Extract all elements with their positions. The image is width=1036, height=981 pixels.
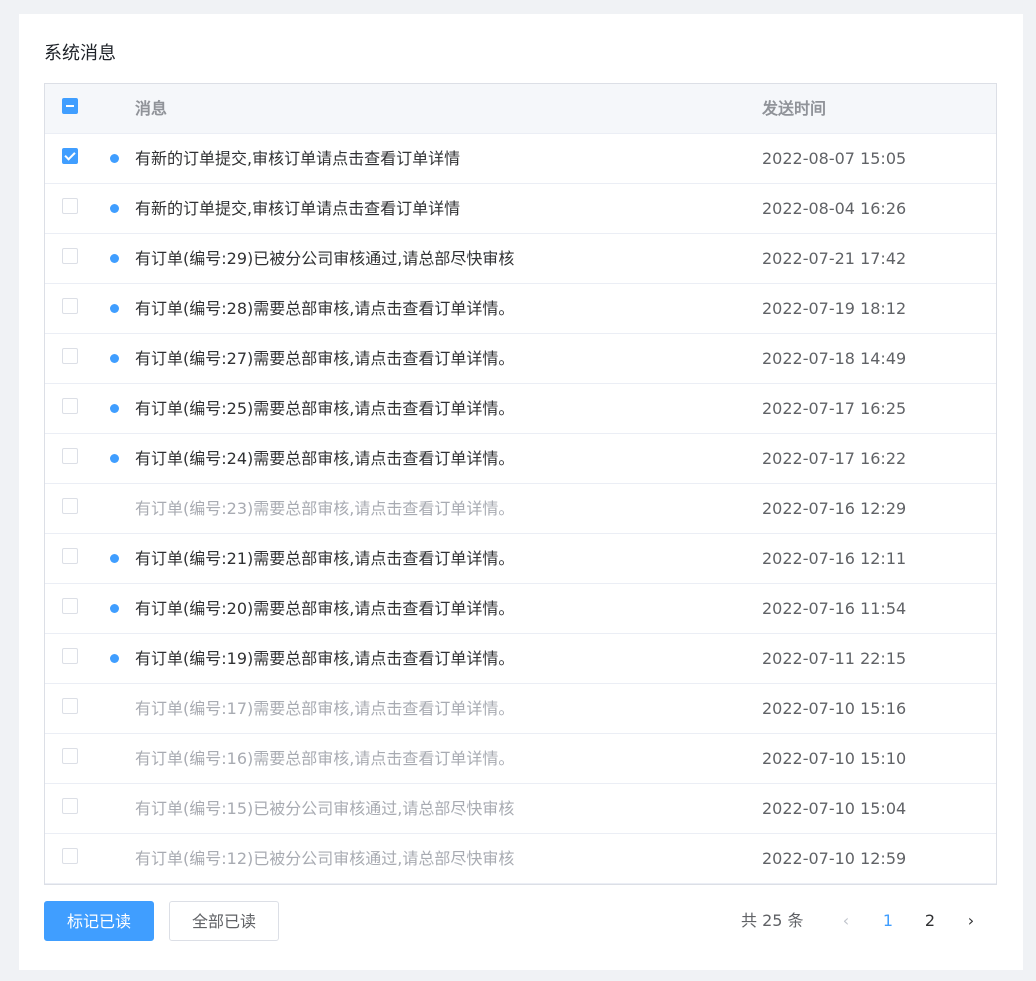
row-checkbox[interactable] [62,448,78,464]
column-header-sent-time[interactable]: 发送时间 [762,84,826,133]
sent-time: 2022-07-16 12:11 [762,549,907,568]
column-header-message[interactable]: 消息 [135,84,167,133]
unread-dot-icon [110,154,119,163]
unread-dot-icon [110,304,119,313]
sent-time: 2022-07-16 12:29 [762,499,907,518]
sent-time: 2022-07-10 15:04 [762,799,907,818]
message-text[interactable]: 有订单(编号:17)需要总部审核,请点击查看订单详情。 [135,684,514,733]
message-text[interactable]: 有订单(编号:15)已被分公司审核通过,请总部尽快审核 [135,784,514,833]
row-checkbox[interactable] [62,798,78,814]
message-text[interactable]: 有新的订单提交,审核订单请点击查看订单详情 [135,184,460,233]
sent-time: 2022-07-10 15:10 [762,749,907,768]
row-checkbox[interactable] [62,648,78,664]
message-text[interactable]: 有订单(编号:16)需要总部审核,请点击查看订单详情。 [135,734,514,783]
select-all-checkbox[interactable] [62,98,78,114]
table-row[interactable]: 有新的订单提交,审核订单请点击查看订单详情 2022-08-04 16:26 [45,184,996,234]
table-row[interactable]: 有订单(编号:24)需要总部审核,请点击查看订单详情。 2022-07-17 16… [45,434,996,484]
message-text[interactable]: 有订单(编号:23)需要总部审核,请点击查看订单详情。 [135,484,514,533]
message-text[interactable]: 有订单(编号:24)需要总部审核,请点击查看订单详情。 [135,434,514,483]
table-row[interactable]: 有订单(编号:23)需要总部审核,请点击查看订单详情。 2022-07-16 12… [45,484,996,534]
row-checkbox[interactable] [62,698,78,714]
sent-time: 2022-07-19 18:12 [762,299,907,318]
row-checkbox[interactable] [62,198,78,214]
table-row[interactable]: 有订单(编号:25)需要总部审核,请点击查看订单详情。 2022-07-17 16… [45,384,996,434]
message-text[interactable]: 有订单(编号:25)需要总部审核,请点击查看订单详情。 [135,384,514,433]
sent-time: 2022-07-11 22:15 [762,649,907,668]
pagination: 共 25 条 ‹ 1 2 › [719,901,989,941]
unread-dot-icon [110,354,119,363]
page-title: 系统消息 [44,43,116,64]
mark-all-read-button[interactable]: 全部已读 [169,901,279,941]
row-checkbox[interactable] [62,598,78,614]
table-row[interactable]: 有订单(编号:28)需要总部审核,请点击查看订单详情。 2022-07-19 18… [45,284,996,334]
sent-time: 2022-07-17 16:25 [762,399,907,418]
row-checkbox[interactable] [62,498,78,514]
sent-time: 2022-07-16 11:54 [762,599,907,618]
message-text[interactable]: 有订单(编号:12)已被分公司审核通过,请总部尽快审核 [135,834,514,883]
row-checkbox[interactable] [62,748,78,764]
row-checkbox[interactable] [62,548,78,564]
row-checkbox[interactable] [62,298,78,314]
sent-time: 2022-07-18 14:49 [762,349,907,368]
message-text[interactable]: 有新的订单提交,审核订单请点击查看订单详情 [135,134,460,183]
table-row[interactable]: 有订单(编号:15)已被分公司审核通过,请总部尽快审核 2022-07-10 15… [45,784,996,834]
unread-dot-icon [110,204,119,213]
message-text[interactable]: 有订单(编号:20)需要总部审核,请点击查看订单详情。 [135,584,514,633]
table-row[interactable]: 有订单(编号:20)需要总部审核,请点击查看订单详情。 2022-07-16 11… [45,584,996,634]
page-1-button[interactable]: 1 [876,901,900,941]
unread-dot-icon [110,554,119,563]
row-checkbox[interactable] [62,398,78,414]
row-checkbox[interactable] [62,348,78,364]
unread-dot-icon [110,254,119,263]
row-checkbox[interactable] [62,148,78,164]
table-row[interactable]: 有订单(编号:27)需要总部审核,请点击查看订单详情。 2022-07-18 14… [45,334,996,384]
pagination-total: 共 25 条 [741,911,804,930]
messages-table: 消息 发送时间 有新的订单提交,审核订单请点击查看订单详情 2022-08-07 … [44,83,997,885]
message-text[interactable]: 有订单(编号:29)已被分公司审核通过,请总部尽快审核 [135,234,514,283]
unread-dot-icon [110,404,119,413]
row-checkbox[interactable] [62,248,78,264]
chevron-left-icon[interactable]: ‹ [834,901,858,941]
sent-time: 2022-07-10 15:16 [762,699,907,718]
table-row[interactable]: 有订单(编号:17)需要总部审核,请点击查看订单详情。 2022-07-10 15… [45,684,996,734]
table-row[interactable]: 有订单(编号:12)已被分公司审核通过,请总部尽快审核 2022-07-10 12… [45,834,996,884]
message-text[interactable]: 有订单(编号:28)需要总部审核,请点击查看订单详情。 [135,284,514,333]
table-row[interactable]: 有订单(编号:29)已被分公司审核通过,请总部尽快审核 2022-07-21 17… [45,234,996,284]
unread-dot-icon [110,654,119,663]
table-row[interactable]: 有订单(编号:19)需要总部审核,请点击查看订单详情。 2022-07-11 22… [45,634,996,684]
sent-time: 2022-07-21 17:42 [762,249,907,268]
table-body: 有新的订单提交,审核订单请点击查看订单详情 2022-08-07 15:05 有新的… [45,134,996,884]
message-text[interactable]: 有订单(编号:21)需要总部审核,请点击查看订单详情。 [135,534,514,583]
sent-time: 2022-07-17 16:22 [762,449,907,468]
page-2-button[interactable]: 2 [918,901,942,941]
table-row[interactable]: 有新的订单提交,审核订单请点击查看订单详情 2022-08-07 15:05 [45,134,996,184]
sent-time: 2022-07-10 12:59 [762,849,907,868]
sent-time: 2022-08-07 15:05 [762,149,907,168]
message-text[interactable]: 有订单(编号:27)需要总部审核,请点击查看订单详情。 [135,334,514,383]
unread-dot-icon [110,454,119,463]
row-checkbox[interactable] [62,848,78,864]
message-text[interactable]: 有订单(编号:19)需要总部审核,请点击查看订单详情。 [135,634,514,683]
sent-time: 2022-08-04 16:26 [762,199,907,218]
unread-dot-icon [110,604,119,613]
system-messages-panel: 系统消息 消息 发送时间 有新的订单提交,审核订单请点击查看订单详情 2022-0… [19,14,1023,970]
mark-read-button[interactable]: 标记已读 [44,901,154,941]
table-row[interactable]: 有订单(编号:16)需要总部审核,请点击查看订单详情。 2022-07-10 15… [45,734,996,784]
chevron-right-icon[interactable]: › [959,901,983,941]
table-header: 消息 发送时间 [45,84,996,134]
table-row[interactable]: 有订单(编号:21)需要总部审核,请点击查看订单详情。 2022-07-16 12… [45,534,996,584]
